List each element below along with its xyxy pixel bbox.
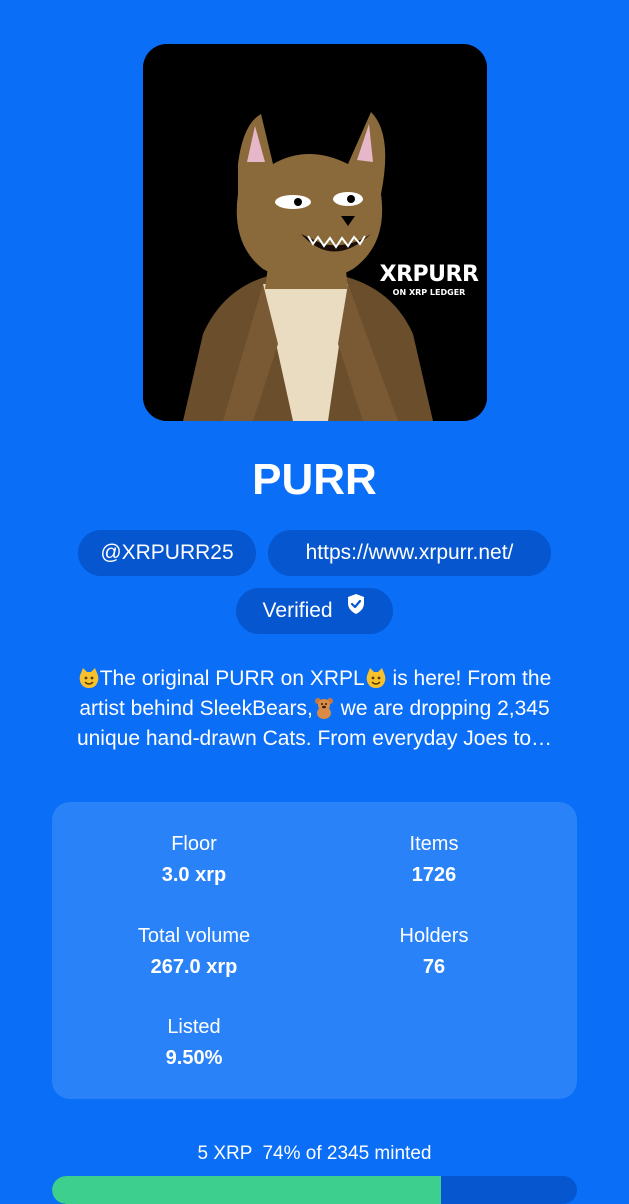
verified-badge: Verified [236,588,393,634]
stat-total-volume: Total volume 267.0 xrp [74,924,314,980]
avatar-brand-text: XRPURR ON XRP LEDGER [379,262,479,298]
stat-holders-value: 76 [422,956,446,978]
mint-progress-text: 74% of 2345 minted [262,1143,432,1164]
stat-items-label: Items [409,833,459,855]
stat-total-volume-label: Total volume [137,925,251,947]
collection-description: The original PURR on XRPL is here! From … [40,664,589,754]
twitter-link[interactable]: @XRPURR25 [78,530,256,576]
mint-status: 5 XRP 74% of 2345 minted [0,1141,629,1167]
website-link[interactable]: https://www.xrpurr.net/ [268,530,551,576]
collection-title: PURR [252,455,377,504]
stat-floor-label: Floor [171,833,217,855]
description-text-2b: we are dropping 2,345 [334,697,550,720]
cat-artwork [143,44,487,421]
smiling-cat-face-icon [78,667,100,689]
stat-listed-value: 9.50% [165,1047,223,1069]
stats-card: Floor 3.0 xrp Items 1726 Total volume 26… [52,802,577,1099]
stat-floor-value: 3.0 xrp [161,864,227,886]
description-line-3: unique hand-drawn Cats. From everyday Jo… [76,727,553,750]
avatar-brand-title: XRPURR [379,262,479,287]
stat-items-value: 1726 [411,864,457,886]
stat-total-volume-value: 267.0 xrp [150,956,238,978]
stat-holders: Holders 76 [314,924,554,980]
stat-floor: Floor 3.0 xrp [74,832,314,888]
avatar-brand-subtitle: ON XRP LEDGER [392,288,466,297]
stat-listed: Listed 9.50% [74,1015,314,1071]
stat-listed-label: Listed [167,1016,221,1038]
description-text-1b: is here! From the [386,667,552,690]
stat-items: Items 1726 [314,832,554,888]
smiling-cat-face-icon [365,667,387,689]
verified-label: Verified [262,599,333,622]
description-line-1: The original PURR on XRPL is here! From … [40,664,589,694]
mint-price: 5 XRP [197,1143,253,1164]
description-text-2a: artist behind SleekBears, [79,697,313,720]
shield-check-icon [346,586,366,632]
teddy-bear-icon [313,697,335,719]
stat-holders-label: Holders [399,925,469,947]
description-line-2: artist behind SleekBears, we are droppin… [40,694,589,724]
description-text-1a: The original PURR on XRPL [99,667,365,690]
collection-avatar: XRPURR ON XRP LEDGER [143,44,487,421]
